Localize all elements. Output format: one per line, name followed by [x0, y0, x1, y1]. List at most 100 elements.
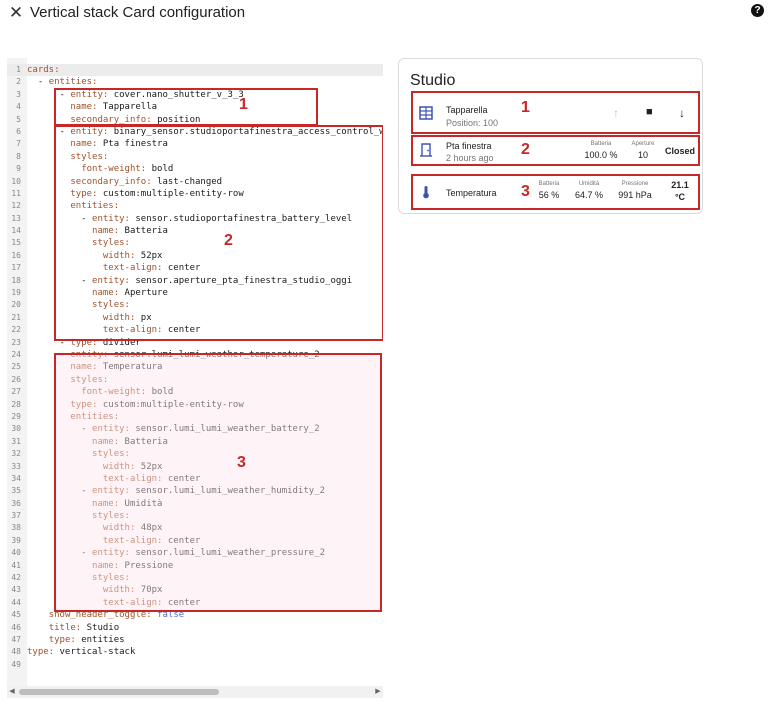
yaml-key: type:: [27, 647, 60, 658]
annotation-number-2: 2: [224, 232, 233, 249]
line-number: 8: [16, 151, 21, 161]
annotation-box-1: [54, 88, 318, 126]
entity-state[interactable]: 21.1 °C: [663, 179, 697, 203]
entity-label: Aperture: [631, 141, 655, 147]
line-number: 36: [11, 498, 21, 508]
dialog-header: ✕ Vertical stack Card configuration ?: [0, 0, 768, 40]
line-number: 6: [16, 126, 21, 136]
line-number: 38: [11, 523, 21, 533]
annotation-number-1: 1: [239, 96, 248, 113]
cover-stop-button[interactable]: ■: [646, 106, 653, 118]
line-number: 17: [11, 263, 21, 273]
code-line[interactable]: 46 title: Studio: [7, 622, 383, 634]
line-number: 26: [11, 374, 21, 384]
line-number: 31: [11, 436, 21, 446]
yaml-value: entities: [81, 634, 125, 645]
entity-row-tapparella[interactable]: Tapparella Position: 100 1 ↑ ■ ↓: [411, 91, 700, 134]
entity-name: Temperatura: [446, 188, 497, 198]
entity-pressione[interactable]: Pressione 991 hPa: [613, 181, 657, 200]
yaml-value: -: [27, 77, 49, 88]
entity-secondary-info: 2 hours ago: [446, 153, 494, 163]
line-number: 37: [11, 511, 21, 521]
line-number: 22: [11, 325, 21, 335]
line-number: 11: [11, 188, 21, 198]
yaml-code-editor[interactable]: 1 cards: 2 - entities: 3 - entity: cover.na…: [7, 58, 383, 703]
line-number: 7: [16, 139, 21, 149]
line-number: 44: [11, 597, 21, 607]
cover-open-button[interactable]: ↑: [613, 106, 619, 120]
line-number: 39: [11, 535, 21, 545]
code-line[interactable]: 49: [7, 659, 383, 671]
thermometer-icon: [423, 186, 429, 199]
line-number: 41: [11, 560, 21, 570]
line-number: 5: [16, 114, 21, 124]
yaml-key: type:: [48, 634, 82, 645]
scrollbar-thumb[interactable]: [19, 689, 219, 695]
entity-name: Pta finestra: [446, 141, 492, 151]
dialog-title: Vertical stack Card configuration: [30, 4, 246, 21]
annotation-number-1: 1: [521, 99, 530, 116]
line-number: 29: [11, 411, 21, 421]
line-number: 4: [16, 102, 21, 112]
code-line[interactable]: 2 - entities:: [7, 76, 383, 88]
line-number: 12: [11, 201, 21, 211]
close-icon[interactable]: ✕: [6, 3, 26, 23]
line-number: 43: [11, 585, 21, 595]
entity-label: Pressione: [621, 181, 649, 187]
entity-batteria[interactable]: Batteria 56 %: [531, 181, 567, 200]
entity-value: 991 hPa: [618, 190, 652, 200]
line-number: 27: [11, 387, 21, 397]
yaml-key: title:: [48, 622, 87, 633]
line-number: 47: [11, 634, 21, 644]
annotation-number-3: 3: [521, 183, 530, 200]
line-number: 28: [11, 399, 21, 409]
line-number: 48: [11, 647, 21, 657]
door-icon: [420, 143, 432, 157]
line-number: 45: [11, 610, 21, 620]
state-value: 21.1: [671, 180, 689, 190]
entity-row-pta-finestra[interactable]: Pta finestra 2 hours ago 2 Batteria 100.…: [411, 135, 700, 166]
entity-label: Umidità: [578, 181, 600, 187]
yaml-key: cards:: [27, 65, 60, 75]
annotation-number-3: 3: [237, 454, 246, 471]
yaml-value: Studio: [86, 622, 120, 633]
code-line[interactable]: 1 cards:: [7, 64, 383, 77]
line-number: 49: [11, 659, 21, 669]
yaml-value: vertical-stack: [59, 647, 136, 658]
entity-batteria[interactable]: Batteria 100.0 %: [579, 141, 623, 160]
line-number: 33: [11, 461, 21, 471]
horizontal-scrollbar[interactable]: ◀ ▶: [7, 686, 383, 698]
line-number: 35: [11, 486, 21, 496]
entities-card-preview: Studio Tapparella Position: 100 1 ↑ ■ ↓ …: [398, 58, 703, 214]
line-number: 19: [11, 288, 21, 298]
line-number: 3: [16, 89, 21, 99]
entity-label: Batteria: [590, 141, 612, 147]
help-circle-icon[interactable]: ?: [751, 4, 764, 17]
line-number: 46: [11, 622, 21, 632]
code-line[interactable]: 48 type: vertical-stack: [7, 646, 383, 658]
entity-aperture[interactable]: Aperture 10: [625, 141, 661, 160]
state-unit: °C: [674, 192, 686, 202]
entity-value: 100.0 %: [584, 150, 618, 160]
code-line[interactable]: 47 type: entities: [7, 634, 383, 646]
entity-state[interactable]: Closed: [663, 146, 697, 156]
line-number: 23: [11, 337, 21, 347]
line-number: 16: [11, 250, 21, 260]
scroll-left-icon[interactable]: ◀: [7, 686, 17, 698]
line-number: 42: [11, 573, 21, 583]
yaml-key: entities:: [48, 77, 98, 88]
annotation-box-2: [54, 125, 383, 341]
cover-close-button[interactable]: ↓: [679, 106, 685, 120]
window-shutter-icon: [419, 106, 433, 120]
line-number: 9: [16, 164, 21, 174]
line-number: 2: [16, 77, 21, 87]
entity-row-temperatura[interactable]: Temperatura 3 Batteria 56 % Umidità 64.7…: [411, 174, 700, 210]
entity-umidita[interactable]: Umidità 64.7 %: [569, 181, 609, 200]
scroll-right-icon[interactable]: ▶: [373, 686, 383, 698]
line-number: 10: [11, 176, 21, 186]
line-number: 18: [11, 275, 21, 285]
line-number: 13: [11, 213, 21, 223]
yaml-value: [27, 610, 49, 620]
entity-secondary-info: Position: 100: [446, 118, 499, 128]
entity-value: 56 %: [538, 190, 560, 200]
